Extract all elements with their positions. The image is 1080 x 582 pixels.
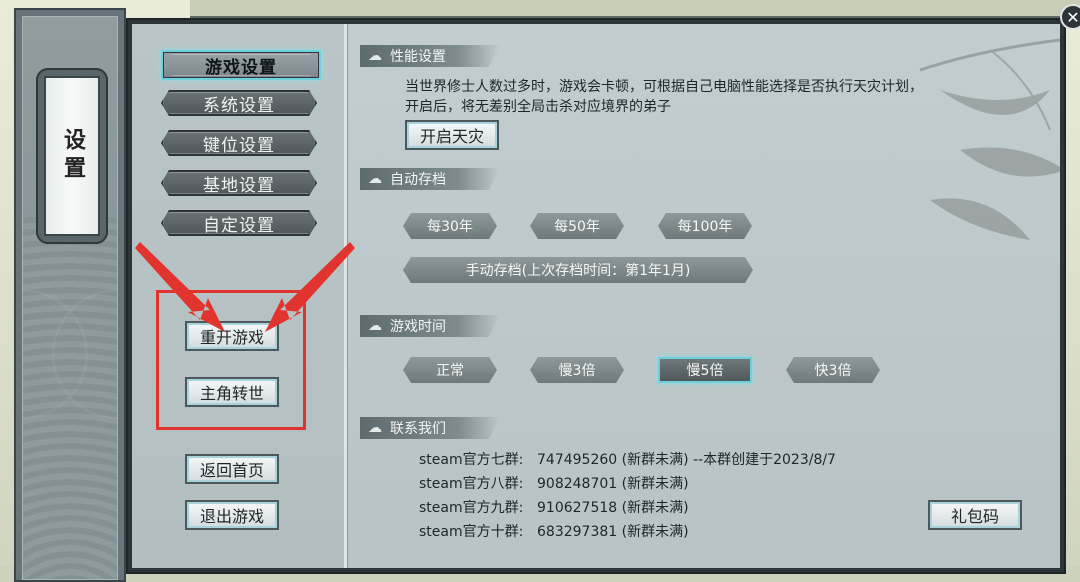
top-border-strip [190, 0, 1080, 18]
contact-group-name: steam官方九群: [419, 500, 524, 516]
cloud-icon: ☁ [368, 420, 382, 436]
close-button[interactable]: ✕ [1060, 4, 1080, 30]
speed-slow-3x[interactable]: 慢3倍 [530, 357, 624, 383]
close-icon: ✕ [1066, 7, 1080, 27]
tab-base-settings[interactable]: 基地设置 [161, 170, 317, 196]
performance-description-line1: 当世界修士人数过多时，游戏会卡顿，可根据自己电脑性能选择是否执行天灾计划， [405, 79, 923, 95]
pillar-label: 设置 [44, 76, 100, 236]
gift-code-button[interactable]: 礼包码 [928, 500, 1022, 530]
contact-group-info: 683297381 (新群未满) [537, 524, 689, 540]
cloud-icon: ☁ [368, 48, 382, 64]
exit-game-button[interactable]: 退出游戏 [185, 500, 279, 530]
section-header-game-time: ☁ 游戏时间 [360, 315, 500, 337]
manual-save-button[interactable]: 手动存档(上次存档时间：第1年1月) [403, 257, 753, 283]
tab-custom-settings[interactable]: 自定设置 [161, 210, 317, 236]
autosave-50-years[interactable]: 每50年 [530, 213, 624, 239]
section-header-contact: ☁ 联系我们 [360, 417, 500, 439]
highlight-arrows [135, 242, 355, 332]
enable-disaster-button[interactable]: 开启天灾 [405, 120, 499, 150]
tab-key-settings[interactable]: 键位设置 [161, 130, 317, 156]
contact-group-info: 908248701 (新群未满) [537, 476, 689, 492]
contact-group-name: steam官方八群: [419, 476, 524, 492]
bamboo-decoration [919, 38, 1065, 240]
speed-normal[interactable]: 正常 [403, 357, 497, 383]
contact-group-name: steam官方七群: [419, 452, 524, 468]
tab-system-settings[interactable]: 系统设置 [161, 90, 317, 116]
performance-description-line2: 开启后，将无差别全局击杀对应境界的弟子 [405, 99, 671, 115]
return-home-button[interactable]: 返回首页 [185, 454, 279, 484]
tab-game-settings[interactable]: 游戏设置 [161, 50, 321, 80]
cloud-icon: ☁ [368, 171, 382, 187]
contact-group-name: steam官方十群: [419, 524, 524, 540]
section-header-autosave: ☁ 自动存档 [360, 168, 500, 190]
speed-fast-3x[interactable]: 快3倍 [786, 357, 880, 383]
speed-slow-5x[interactable]: 慢5倍 [658, 357, 752, 383]
settings-title: 设置 [60, 128, 85, 184]
contact-group-info: 910627518 (新群未满) [537, 500, 689, 516]
cloud-icon: ☁ [368, 318, 382, 334]
section-header-performance: ☁ 性能设置 [360, 45, 500, 67]
autosave-100-years[interactable]: 每100年 [658, 213, 752, 239]
settings-scroll-pillar: 设置 [14, 8, 126, 582]
autosave-30-years[interactable]: 每30年 [403, 213, 497, 239]
contact-group-info: 747495260 (新群未满) --本群创建于2023/8/7 [537, 452, 836, 468]
